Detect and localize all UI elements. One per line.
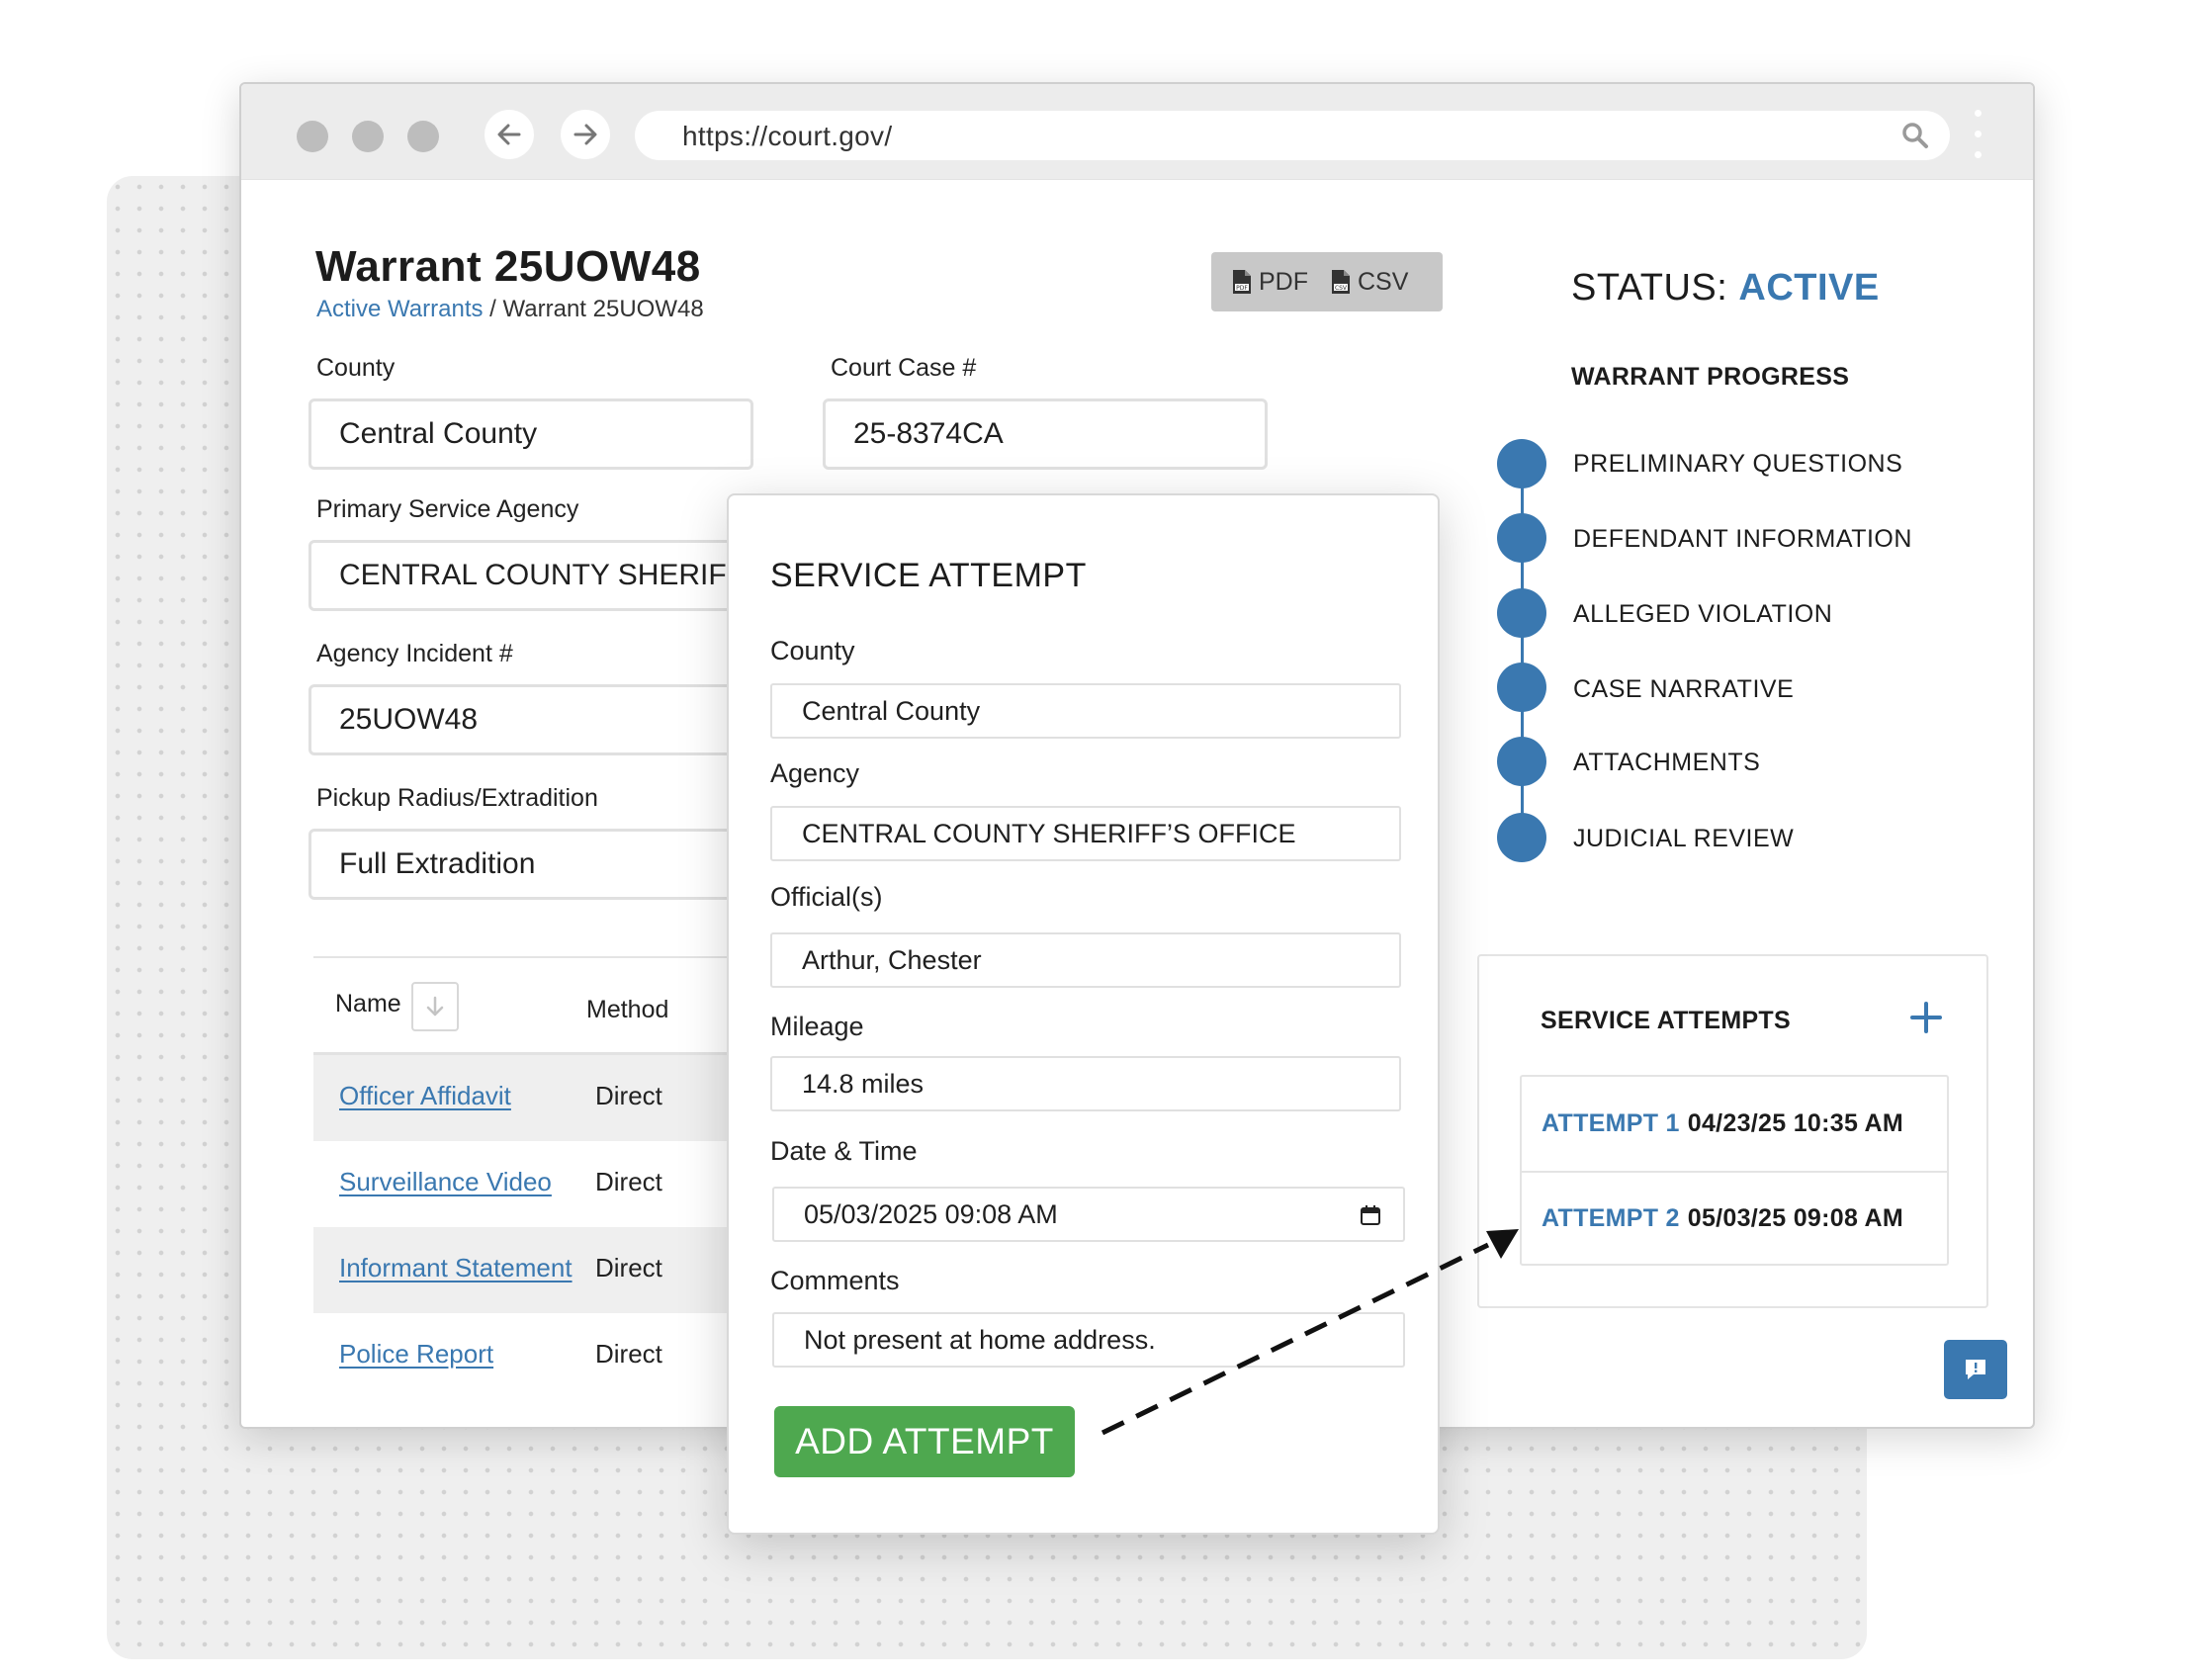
- document-method: Direct: [595, 1081, 662, 1110]
- export-pdf-button[interactable]: PDF PDF: [1231, 268, 1308, 297]
- add-attempt-button[interactable]: ADD ATTEMPT: [774, 1406, 1075, 1477]
- back-button[interactable]: [485, 110, 534, 159]
- svg-text:CSV: CSV: [1335, 285, 1348, 292]
- window-close-dot[interactable]: [297, 121, 328, 152]
- export-pdf-label: PDF: [1259, 267, 1308, 296]
- svg-text:PDF: PDF: [1236, 285, 1248, 292]
- document-link[interactable]: Informant Statement: [339, 1253, 573, 1283]
- calendar-icon[interactable]: [1360, 1204, 1381, 1226]
- modal-agency-field[interactable]: CENTRAL COUNTY SHERIFF’S OFFICE: [770, 806, 1401, 861]
- service-attempt-modal: SERVICE ATTEMPT County Central County Ag…: [727, 493, 1440, 1535]
- table-row: Surveillance Video Direct: [313, 1141, 758, 1227]
- progress-title: WARRANT PROGRESS: [1571, 363, 1850, 391]
- export-csv-button[interactable]: CSV CSV: [1330, 268, 1408, 297]
- progress-step-alleged-violation[interactable]: ALLEGED VIOLATION: [1573, 600, 1832, 629]
- pdf-file-icon: PDF: [1233, 270, 1251, 294]
- document-method: Direct: [595, 1167, 662, 1196]
- service-attempts-card: SERVICE ATTEMPTS ATTEMPT 1 04/23/25 10:3…: [1477, 954, 1988, 1308]
- progress-step-dot[interactable]: [1497, 513, 1546, 563]
- sort-down-icon: [426, 996, 444, 1017]
- radius-label: Pickup Radius/Extradition: [316, 784, 598, 812]
- column-header-method: Method: [586, 996, 669, 1023]
- status-label: STATUS:: [1571, 267, 1739, 309]
- kebab-menu-icon[interactable]: [1975, 110, 1983, 161]
- progress-step-preliminary-questions[interactable]: PRELIMINARY QUESTIONS: [1573, 450, 1902, 479]
- documents-table: Name Method Officer Affidavit Direct Sur…: [313, 956, 758, 1399]
- attempt-label[interactable]: ATTEMPT 1: [1542, 1109, 1680, 1138]
- csv-file-icon: CSV: [1332, 270, 1350, 294]
- modal-datetime-value: 05/03/2025 09:08 AM: [804, 1198, 1058, 1229]
- document-link[interactable]: Officer Affidavit: [339, 1081, 511, 1111]
- progress-step-dot[interactable]: [1497, 439, 1546, 488]
- service-attempts-list: ATTEMPT 1 04/23/25 10:35 AM ATTEMPT 2 05…: [1520, 1075, 1949, 1266]
- table-row: Police Report Direct: [313, 1313, 758, 1399]
- document-method: Direct: [595, 1253, 662, 1282]
- court-case-label: Court Case #: [831, 354, 977, 382]
- attempt-datetime: 05/03/25 09:08 AM: [1687, 1204, 1903, 1232]
- service-attempts-title: SERVICE ATTEMPTS: [1541, 1007, 1791, 1034]
- court-case-field[interactable]: 25-8374CA: [823, 398, 1268, 470]
- attempt-datetime: 04/23/25 10:35 AM: [1687, 1109, 1903, 1137]
- forward-button[interactable]: [561, 110, 610, 159]
- progress-step-attachments[interactable]: ATTACHMENTS: [1573, 749, 1760, 777]
- export-button-group: PDF PDF CSV CSV: [1211, 252, 1443, 311]
- forward-arrow-icon: [573, 124, 597, 145]
- county-field[interactable]: Central County: [308, 398, 753, 470]
- back-arrow-icon: [497, 124, 521, 145]
- status-badge: ACTIVE: [1738, 267, 1880, 309]
- modal-title: SERVICE ATTEMPT: [770, 557, 1087, 594]
- modal-county-field[interactable]: Central County: [770, 683, 1401, 739]
- modal-mileage-field[interactable]: 14.8 miles: [770, 1056, 1401, 1111]
- breadcrumb-link-active-warrants[interactable]: Active Warrants: [316, 296, 483, 322]
- progress-step-defendant-information[interactable]: DEFENDANT INFORMATION: [1573, 525, 1912, 554]
- table-row: Informant Statement Direct: [313, 1227, 758, 1313]
- table-header: Name Method: [313, 956, 758, 1055]
- progress-step-dot[interactable]: [1497, 663, 1546, 712]
- incident-label: Agency Incident #: [316, 640, 513, 667]
- document-method: Direct: [595, 1339, 662, 1369]
- county-label: County: [316, 354, 396, 382]
- document-link[interactable]: Surveillance Video: [339, 1167, 552, 1197]
- radius-field[interactable]: Full Extradition: [308, 829, 783, 900]
- plus-icon[interactable]: [1908, 1000, 1944, 1035]
- breadcrumb-separator: /: [483, 296, 503, 322]
- column-header-name: Name: [335, 990, 401, 1017]
- page-title: Warrant 25UOW48: [315, 242, 701, 291]
- modal-county-label: County: [770, 636, 855, 665]
- modal-datetime-label: Date & Time: [770, 1136, 918, 1166]
- progress-step-dot[interactable]: [1497, 737, 1546, 786]
- progress-step-judicial-review[interactable]: JUDICIAL REVIEW: [1573, 825, 1794, 853]
- attempt-item[interactable]: ATTEMPT 1 04/23/25 10:35 AM: [1522, 1077, 1947, 1171]
- window-maximize-dot[interactable]: [407, 121, 439, 152]
- modal-mileage-label: Mileage: [770, 1012, 864, 1041]
- modal-agency-label: Agency: [770, 758, 860, 788]
- modal-officials-label: Official(s): [770, 882, 883, 912]
- address-bar[interactable]: https://court.gov/: [635, 111, 1950, 160]
- incident-field[interactable]: 25UOW48: [308, 684, 783, 755]
- modal-datetime-field[interactable]: 05/03/2025 09:08 AM: [772, 1187, 1405, 1242]
- breadcrumb-current: Warrant 25UOW48: [502, 296, 704, 322]
- progress-step-dot[interactable]: [1497, 588, 1546, 638]
- attempt-item[interactable]: ATTEMPT 2 05/03/25 09:08 AM: [1522, 1171, 1947, 1265]
- agency-label: Primary Service Agency: [316, 495, 579, 523]
- search-icon[interactable]: [1900, 121, 1930, 150]
- modal-comments-label: Comments: [770, 1266, 900, 1295]
- progress-step-case-narrative[interactable]: CASE NARRATIVE: [1573, 675, 1794, 704]
- modal-comments-field[interactable]: Not present at home address.: [772, 1312, 1405, 1368]
- progress-step-dot[interactable]: [1497, 813, 1546, 862]
- modal-officials-field[interactable]: Arthur, Chester: [770, 932, 1401, 988]
- sort-button[interactable]: [411, 982, 459, 1031]
- attempt-label[interactable]: ATTEMPT 2: [1542, 1204, 1680, 1233]
- status-heading: STATUS: ACTIVE: [1571, 267, 1880, 309]
- breadcrumb: Active Warrants / Warrant 25UOW48: [316, 296, 704, 323]
- agency-field[interactable]: CENTRAL COUNTY SHERIFF: [308, 540, 783, 611]
- document-link[interactable]: Police Report: [339, 1339, 493, 1370]
- window-minimize-dot[interactable]: [352, 121, 384, 152]
- table-row: Officer Affidavit Direct: [313, 1055, 758, 1141]
- feedback-icon: [1966, 1360, 1985, 1379]
- url-text: https://court.gov/: [682, 121, 893, 151]
- browser-toolbar: https://court.gov/: [241, 84, 2033, 180]
- export-csv-label: CSV: [1358, 267, 1409, 296]
- feedback-button[interactable]: [1944, 1340, 2007, 1399]
